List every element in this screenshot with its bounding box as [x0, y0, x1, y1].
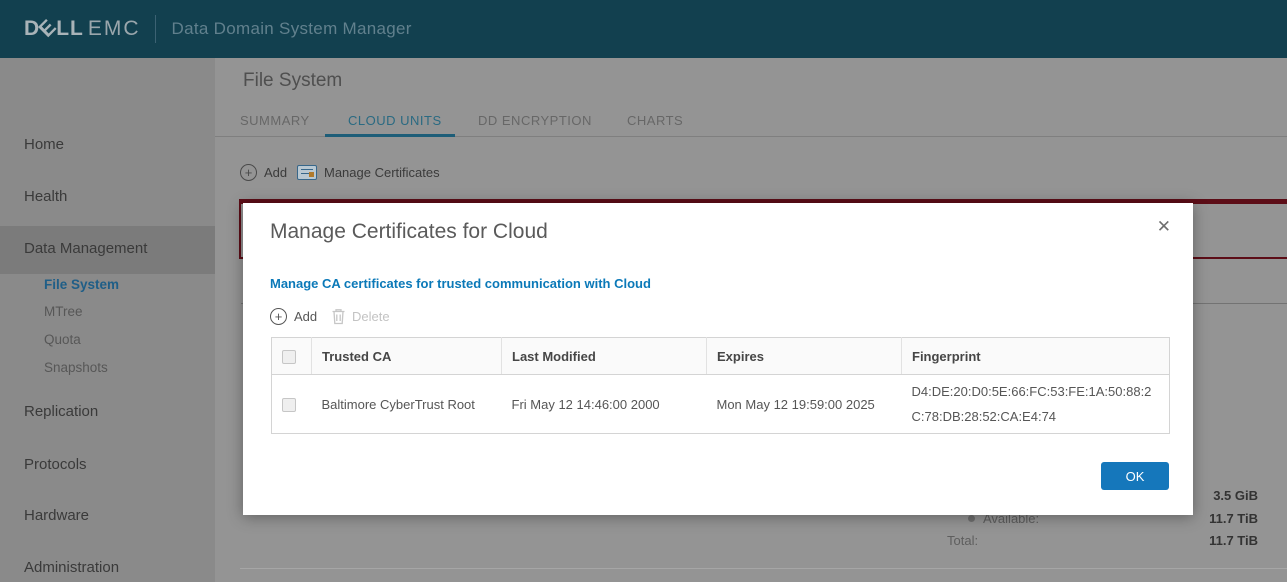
sidebar-item-hardware[interactable]: Hardware [24, 506, 89, 526]
add-certificate-label: Add [294, 309, 318, 324]
sidebar-item-protocols[interactable]: Protocols [24, 455, 87, 475]
row-select-cell [272, 375, 312, 434]
dellemc-logo: D E LL EMC [24, 16, 141, 42]
panel-divider [240, 568, 1287, 569]
sidebar-item-mtree[interactable]: MTree [44, 303, 83, 321]
add-cloud-unit-button[interactable]: + Add [240, 163, 287, 181]
sidebar-item-administration[interactable]: Administration [24, 558, 119, 578]
add-certificate-button[interactable]: + Add [270, 308, 317, 325]
select-all-checkbox[interactable] [282, 349, 296, 364]
tab-dd-encryption[interactable]: DD ENCRYPTION [478, 112, 592, 130]
logo-text: LL [56, 17, 84, 40]
header-divider [154, 15, 156, 43]
active-tab-underline [325, 134, 455, 137]
delete-certificate-button[interactable]: Delete [331, 308, 390, 325]
sidebar-item-data-management[interactable]: Data Management [24, 239, 147, 259]
certificate-icon [297, 164, 317, 180]
sidebar-item-health[interactable]: Health [24, 187, 67, 207]
column-last-modified: Last Modified [501, 337, 707, 375]
expires-cell: Mon May 12 19:59:00 2025 [716, 396, 875, 412]
sidebar-item-file-system[interactable]: File System [44, 276, 119, 294]
column-fingerprint: Fingerprint [901, 337, 1170, 375]
add-button-label: Add [264, 164, 288, 180]
sidebar-item-home[interactable]: Home [24, 135, 64, 155]
row-checkbox[interactable] [282, 397, 296, 412]
tab-charts[interactable]: CHARTS [627, 112, 683, 130]
trusted-ca-cell: Baltimore CyberTrust Root [321, 396, 475, 412]
total-value: 11.7 TiB [1209, 533, 1258, 548]
dialog-title: Manage Certificates for Cloud [270, 220, 548, 243]
table-row[interactable]: Baltimore CyberTrust Root Fri May 12 14:… [272, 375, 1170, 434]
table-header-row: Trusted CA Last Modified Expires Fingerp… [271, 337, 1170, 375]
manage-certificates-label: Manage Certificates [324, 164, 440, 180]
sidebar-item-replication[interactable]: Replication [24, 402, 98, 422]
app-window: D E LL EMC Data Domain System Manager Home… [0, 0, 1287, 582]
sidebar-item-quota[interactable]: Quota [44, 331, 81, 349]
sidebar-item-snapshots[interactable]: Snapshots [44, 359, 108, 377]
tab-cloud-units[interactable]: CLOUD UNITS [348, 112, 442, 130]
delete-certificate-label: Delete [352, 309, 390, 324]
plus-circle-icon: + [270, 308, 287, 325]
trash-icon [332, 309, 345, 325]
app-title: Data Domain System Manager [171, 19, 412, 38]
tab-summary[interactable]: SUMMARY [240, 112, 310, 130]
column-expires: Expires [706, 337, 902, 375]
app-header: D E LL EMC Data Domain System Manager [0, 0, 1287, 58]
column-trusted-ca: Trusted CA [311, 337, 502, 375]
manage-certificates-button[interactable]: Manage Certificates [297, 163, 440, 181]
logo-emc: EMC [87, 17, 141, 40]
close-icon[interactable]: ✕ [1157, 217, 1171, 237]
sidebar: Home Health Data Management File System … [0, 58, 215, 582]
manage-certificates-dialog: Manage Certificates for Cloud ✕ Manage C… [243, 203, 1193, 515]
total-label: Total: [947, 533, 979, 548]
bullet-dot-icon [968, 515, 975, 522]
plus-circle-icon: + [240, 163, 257, 181]
ok-button[interactable]: OK [1101, 462, 1169, 490]
page-title: File System [243, 70, 343, 91]
select-all-header [271, 337, 312, 375]
last-modified-cell: Fri May 12 14:46:00 2000 [511, 396, 660, 412]
certificates-table: Trusted CA Last Modified Expires Fingerp… [271, 337, 1170, 434]
fingerprint-cell: D4:DE:20:D0:5E:66:FC:53:FE:1A:50:88:2C:7… [911, 384, 1152, 424]
dialog-subtitle: Manage CA certificates for trusted commu… [270, 276, 651, 291]
